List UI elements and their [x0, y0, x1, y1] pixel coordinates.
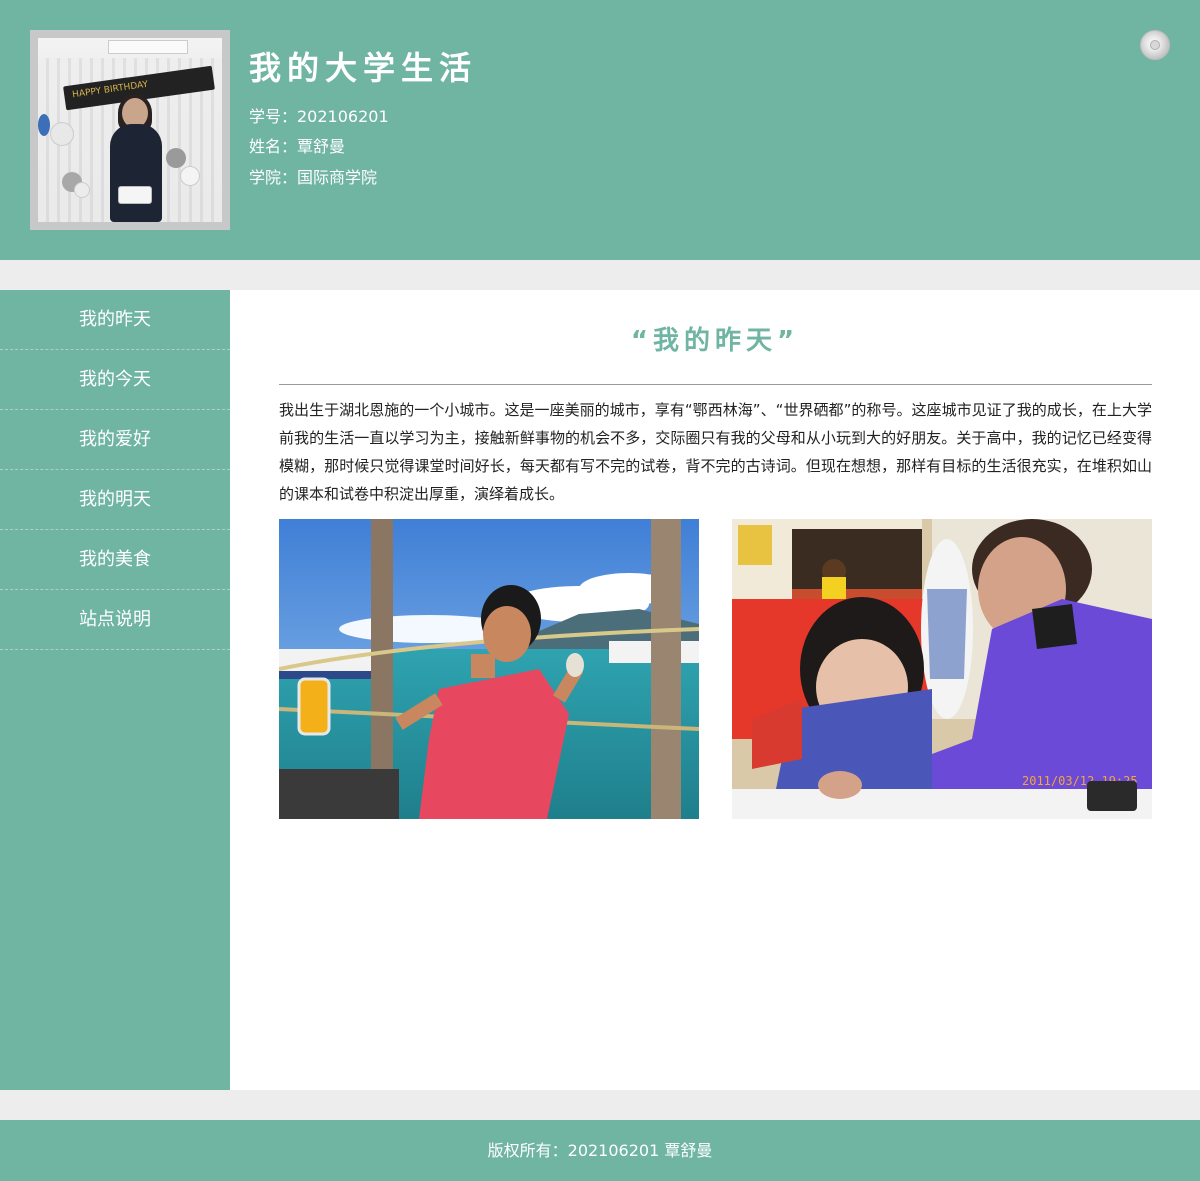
page-title: “我的昨天” [630, 326, 800, 356]
avatar-frame: HAPPY BIRTHDAY [30, 30, 230, 230]
sidebar-item-tomorrow[interactable]: 我的明天 [0, 470, 230, 530]
student-name: 姓名：覃舒曼 [249, 137, 346, 156]
childhood-lake-photo [279, 519, 699, 819]
circle-button-icon[interactable] [1140, 30, 1170, 60]
header: HAPPY BIRTHDAY 我的大学生活 学号：202106201 姓名：覃舒… [0, 0, 1200, 260]
sidebar-item-hobbies[interactable]: 我的爱好 [0, 410, 230, 470]
sidebar: 我的昨天 我的今天 我的爱好 我的明天 我的美食 站点说明 [0, 290, 230, 1090]
childhood-family-photo: 2011/03/12 19:25 [732, 519, 1152, 819]
copyright-text: 版权所有：202106201 覃舒曼 [487, 1141, 713, 1160]
main-content: “我的昨天” 我出生于湖北恩施的一个小城市。这是一座美丽的城市，享有“鄂西林海”… [230, 290, 1200, 1090]
footer: 版权所有：202106201 覃舒曼 [0, 1120, 1200, 1181]
intro-paragraph: 我出生于湖北恩施的一个小城市。这是一座美丽的城市，享有“鄂西林海”、“世界硒都”… [279, 401, 1152, 503]
sidebar-item-yesterday[interactable]: 我的昨天 [0, 290, 230, 350]
divider [279, 384, 1152, 385]
site-title: 我的大学生活 [249, 49, 478, 87]
student-id: 学号：202106201 [249, 107, 389, 126]
sidebar-item-food[interactable]: 我的美食 [0, 530, 230, 590]
sidebar-item-today[interactable]: 我的今天 [0, 350, 230, 410]
avatar: HAPPY BIRTHDAY [38, 38, 222, 222]
sidebar-item-about[interactable]: 站点说明 [0, 590, 230, 650]
student-college: 学院：国际商学院 [249, 168, 378, 187]
